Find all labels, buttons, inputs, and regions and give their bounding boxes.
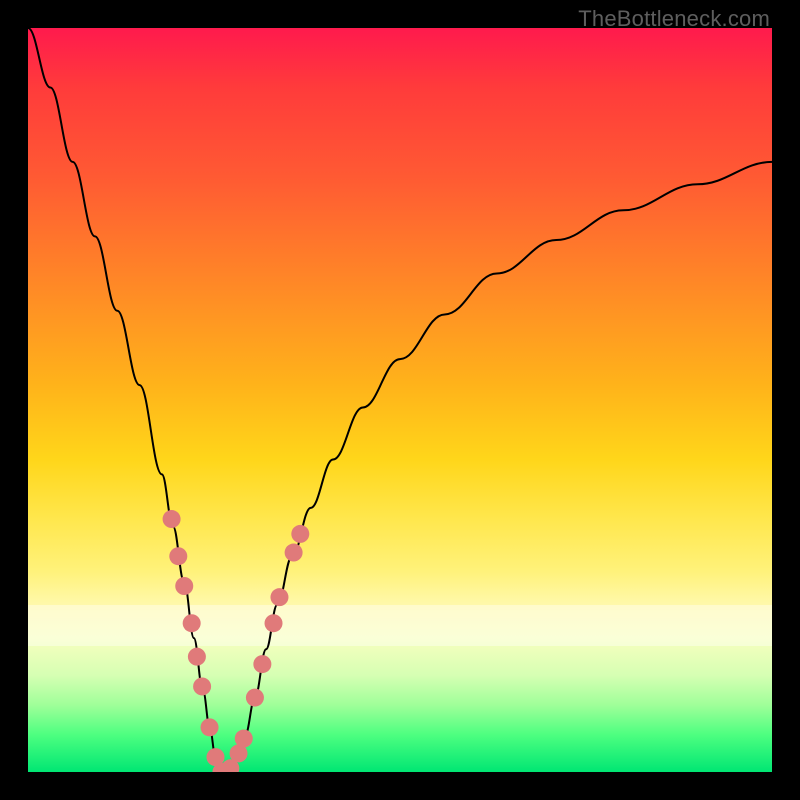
marker-point <box>183 614 201 632</box>
plot-area <box>28 28 772 772</box>
marker-point <box>235 730 253 748</box>
marker-point <box>246 689 264 707</box>
chart-svg <box>28 28 772 772</box>
marker-group <box>163 510 310 772</box>
marker-point <box>175 577 193 595</box>
watermark: TheBottleneck.com <box>578 6 770 32</box>
marker-point <box>265 614 283 632</box>
marker-point <box>270 588 288 606</box>
marker-point <box>285 544 303 562</box>
marker-point <box>201 718 219 736</box>
marker-point <box>188 648 206 666</box>
marker-point <box>291 525 309 543</box>
marker-point <box>253 655 271 673</box>
chart-frame: TheBottleneck.com <box>0 0 800 800</box>
marker-point <box>169 547 187 565</box>
marker-point <box>193 677 211 695</box>
bottleneck-curve-path <box>28 28 772 772</box>
marker-point <box>163 510 181 528</box>
